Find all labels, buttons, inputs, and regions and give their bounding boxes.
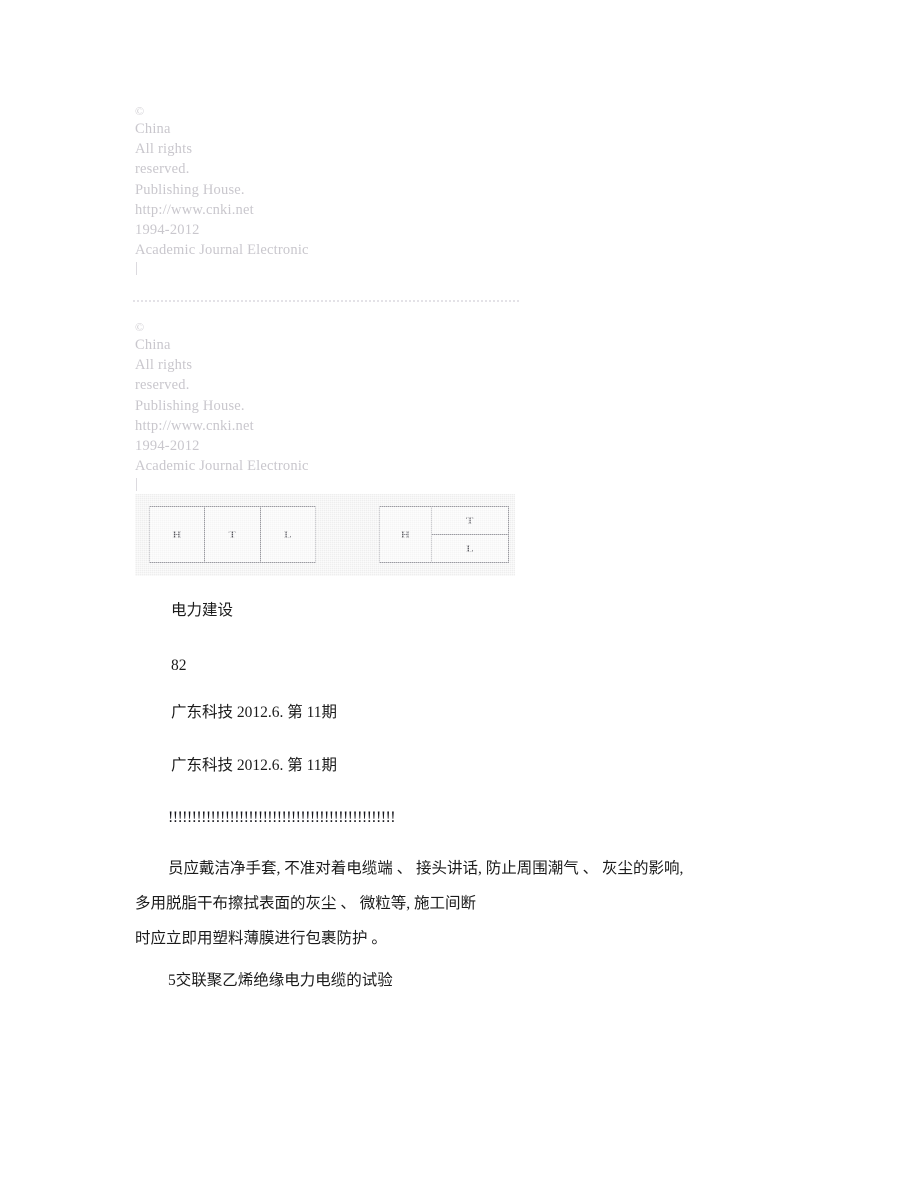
watermark-line-url: http://www.cnki.net — [135, 201, 254, 218]
figure-cell-l: L — [466, 542, 474, 555]
body-paragraph-line-2: 多用脱脂干布擦拭表面的灰尘 、 微粒等, 施工间断 — [135, 895, 477, 912]
watermark-line-all-rights: All rights — [135, 141, 193, 158]
watermark-trailing-bar: | — [135, 476, 138, 493]
figure-stacked-column: T L — [432, 507, 508, 562]
section-heading: 5交联聚乙烯绝缘电力电缆的试验 — [168, 972, 393, 989]
figure-cell-t: T — [432, 507, 508, 535]
figure-cell-l: L — [283, 528, 292, 541]
figure-cell-h: H — [150, 507, 206, 562]
watermark-trailing-bar: | — [135, 260, 138, 277]
watermark-line-academic-journal: Academic Journal Electronic — [135, 242, 309, 259]
watermark-line-china: China — [135, 337, 171, 353]
watermark-line-url: http://www.cnki.net — [135, 417, 254, 434]
watermark-line-all-rights: All rights — [135, 357, 193, 374]
watermark-line-reserved: reserved. — [135, 161, 190, 178]
watermark-copyright-symbol: © — [135, 104, 145, 118]
watermark-line-publishing-house: Publishing House. — [135, 397, 245, 414]
figure-table-right: H T L — [379, 506, 509, 563]
watermark-line-years: 1994-2012 — [135, 438, 200, 455]
document-page: © China All rights reserved. Publishing … — [0, 0, 920, 1191]
journal-issue-line-1: 广东科技 2012.6. 第 11期 — [171, 704, 338, 721]
exclamation-separator: !!!!!!!!!!!!!!!!!!!!!!!!!!!!!!!!!!!!!!!!… — [168, 809, 396, 826]
figure-cell-h: H — [380, 507, 432, 562]
scanned-figure-block: H T L H T L — [135, 494, 515, 576]
body-paragraph-line-3: 时应立即用塑料薄膜进行包裹防护 。 — [135, 930, 387, 947]
watermark-line-years: 1994-2012 — [135, 222, 200, 239]
figure-table-left: H T L — [149, 506, 316, 563]
dotted-separator-rule — [133, 300, 521, 302]
figure-caption: 电力建设 — [171, 602, 234, 619]
watermark-line-reserved: reserved. — [135, 377, 190, 394]
figure-cell-t: T — [205, 507, 261, 562]
page-number: 82 — [171, 657, 187, 674]
watermark-copyright-symbol: © — [135, 320, 145, 334]
cnki-watermark-top: © China All rights reserved. Publishing … — [135, 103, 309, 277]
watermark-line-academic-journal: Academic Journal Electronic — [135, 458, 309, 475]
watermark-line-publishing-house: Publishing House. — [135, 181, 245, 198]
journal-issue-line-2: 广东科技 2012.6. 第 11期 — [171, 757, 338, 774]
cnki-watermark-second: © China All rights reserved. Publishing … — [135, 319, 309, 493]
watermark-line-china: China — [135, 121, 171, 137]
body-paragraph-line-1: 员应戴洁净手套, 不准对着电缆端 、 接头讲话, 防止周围潮气 、 灰尘的影响, — [168, 860, 684, 877]
